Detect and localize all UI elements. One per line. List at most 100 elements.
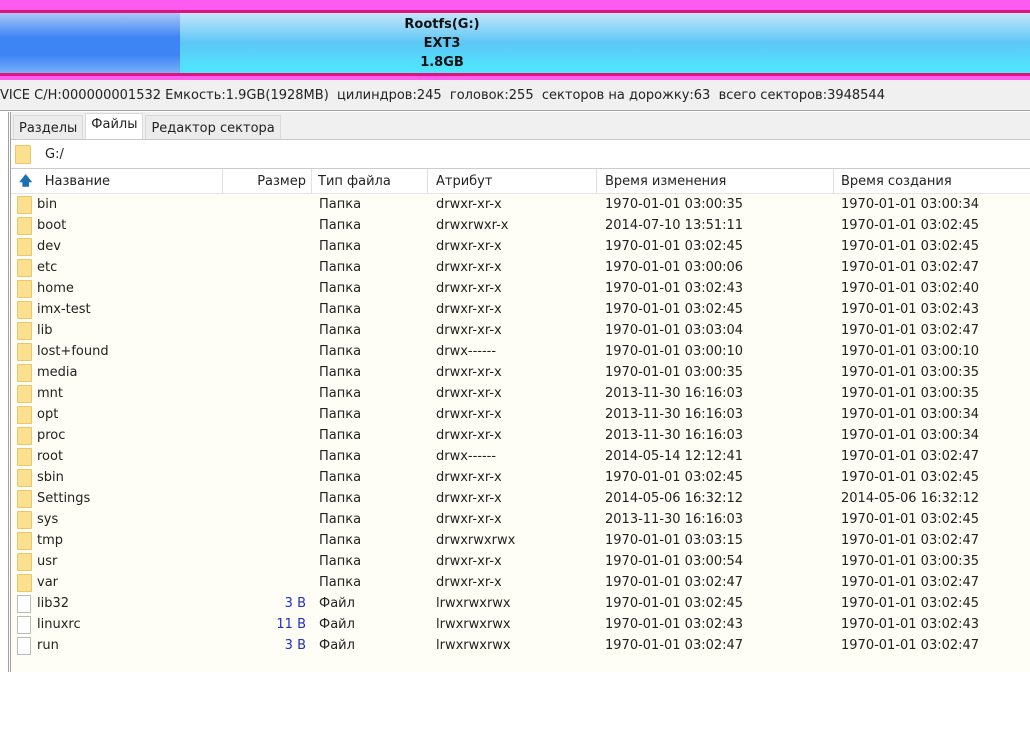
file-type: Папка [319,428,362,443]
file-icon [17,595,31,613]
file-attribute: drwx------ [436,449,497,464]
table-row[interactable]: lib Папка drwxr-xr-x 1970-01-01 03:03:04 197… [11,320,1030,341]
table-row[interactable]: proc Папка drwxr-xr-x 2013-11-30 16:16:03 19… [11,425,1030,446]
file-attribute: drwxr-xr-x [436,386,502,401]
file-name: mnt [37,386,63,401]
table-row[interactable]: var Папка drwxr-xr-x 1970-01-01 03:02:47 197… [11,572,1030,593]
file-icon [17,616,31,634]
disk-info: VICE C/H:000000001532 Емкость:1.9GB(1928… [0,80,1030,111]
modified-time: 1970-01-01 03:00:35 [605,197,744,212]
column-modified[interactable]: Время изменения [597,169,834,194]
table-row[interactable]: lost+found Папка drwx------ 1970-01-01 03:0… [11,341,1030,362]
column-name[interactable]: 🡅 Название [11,169,223,194]
file-attribute: drwxr-xr-x [436,491,502,506]
column-created[interactable]: Время создания [834,169,1030,194]
folder-icon [17,385,32,403]
file-attribute: drwxrwxr-x [436,218,509,233]
created-time: 1970-01-01 03:02:43 [841,617,980,632]
column-size[interactable]: Размер [223,169,312,194]
folder-icon [17,322,32,340]
created-time: 1970-01-01 03:02:45 [841,512,980,527]
table-row[interactable]: media Папка drwxr-xr-x 1970-01-01 03:00:35 1… [11,362,1030,383]
folder-icon [17,238,32,256]
modified-time: 1970-01-01 03:02:45 [605,596,744,611]
tab-partitions[interactable]: Разделы [13,115,84,139]
tab-files[interactable]: Файлы [85,113,144,139]
file-attribute: drwxr-xr-x [436,575,502,590]
modified-time: 2014-05-06 16:32:12 [605,491,744,506]
path-bar[interactable]: G:/ [11,140,1030,169]
table-row[interactable]: Settings Папка drwxr-xr-x 2014-05-06 16:32:… [11,488,1030,509]
folder-icon [17,553,32,571]
folder-icon [17,217,32,235]
file-name: media [37,365,78,380]
folder-icon [17,280,32,298]
file-name: tmp [37,533,64,548]
table-row[interactable]: sbin Папка drwxr-xr-x 1970-01-01 03:02:45 19… [11,467,1030,488]
folder-icon [17,490,32,508]
table-row[interactable]: lib32 3 B Файл lrwxrwxrwx 1970-01-01 03:02:4… [11,593,1030,614]
table-row[interactable]: home Папка drwxr-xr-x 1970-01-01 03:02:43 19… [11,278,1030,299]
table-row[interactable]: imx-test Папка drwxr-xr-x 1970-01-01 03:02:… [11,299,1030,320]
file-type: Папка [319,533,362,548]
tab-sector-editor[interactable]: Редактор сектора [145,115,281,139]
modified-time: 1970-01-01 03:02:45 [605,470,744,485]
partition-unallocated[interactable] [0,13,180,73]
file-type: Папка [319,323,362,338]
file-size: 3 B [284,596,306,611]
file-attribute: drwxr-xr-x [436,323,502,338]
created-time: 1970-01-01 03:02:43 [841,302,980,317]
table-row[interactable]: run 3 B Файл lrwxrwxrwx 1970-01-01 03:02:47 1… [11,635,1030,656]
created-time: 1970-01-01 03:00:10 [841,344,980,359]
created-time: 1970-01-01 03:02:40 [841,281,980,296]
file-attribute: drwx------ [436,344,497,359]
created-time: 1970-01-01 03:00:34 [841,428,980,443]
file-attribute: drwxr-xr-x [436,260,502,275]
table-row[interactable]: sys Папка drwxr-xr-x 2013-11-30 16:16:03 197… [11,509,1030,530]
file-attribute: drwxr-xr-x [436,554,502,569]
table-header: 🡅 Название Размер Тип файла Атрибут Врем… [11,169,1030,194]
file-name: sys [37,512,59,527]
table-row[interactable]: linuxrc 11 B Файл lrwxrwxrwx 1970-01-01 03:0… [11,614,1030,635]
table-row[interactable]: bin Папка drwxr-xr-x 1970-01-01 03:00:35 197… [11,194,1030,215]
created-time: 1970-01-01 03:02:45 [841,470,980,485]
file-type: Папка [319,386,362,401]
file-type: Файл [319,638,355,653]
file-name: linuxrc [37,617,81,632]
created-time: 1970-01-01 03:02:45 [841,218,980,233]
modified-time: 1970-01-01 03:03:15 [605,533,744,548]
table-row[interactable]: etc Папка drwxr-xr-x 1970-01-01 03:00:06 197… [11,257,1030,278]
file-name: var [37,575,59,590]
file-type: Папка [319,281,362,296]
table-row[interactable]: mnt Папка drwxr-xr-x 2013-11-30 16:16:03 197… [11,383,1030,404]
file-attribute: drwxr-xr-x [436,512,502,527]
file-type: Папка [319,407,362,422]
file-name: sbin [37,470,64,485]
modified-time: 1970-01-01 03:02:45 [605,302,744,317]
file-attribute: drwxr-xr-x [436,302,502,317]
folder-icon [17,406,32,424]
table-row[interactable]: tmp Папка drwxrwxrwx 1970-01-01 03:03:15 197… [11,530,1030,551]
created-time: 2014-05-06 16:32:12 [841,491,980,506]
partition-rootfs[interactable]: Rootfs(G:) EXT3 1.8GB [180,13,1030,73]
table-row[interactable]: usr Папка drwxr-xr-x 1970-01-01 03:00:54 197… [11,551,1030,572]
file-name: etc [37,260,58,275]
up-arrow-icon[interactable]: 🡅 [19,174,32,189]
column-attribute[interactable]: Атрибут [428,169,597,194]
file-type: Папка [319,491,362,506]
file-name: imx-test [37,302,91,317]
table-row[interactable]: opt Папка drwxr-xr-x 2013-11-30 16:16:03 197… [11,404,1030,425]
modified-time: 2013-11-30 16:16:03 [605,386,744,401]
file-name: proc [37,428,66,443]
file-name: lib [37,323,53,338]
table-row[interactable]: boot Папка drwxrwxr-x 2014-07-10 13:51:11 19… [11,215,1030,236]
file-attribute: drwxr-xr-x [436,407,502,422]
folder-icon [17,259,32,277]
table-row[interactable]: dev Папка drwxr-xr-x 1970-01-01 03:02:45 197… [11,236,1030,257]
file-attribute: drwxr-xr-x [436,281,502,296]
table-row[interactable]: root Папка drwx------ 2014-05-14 12:12:41 19… [11,446,1030,467]
file-attribute: drwxrwxrwx [436,533,516,548]
folder-icon [17,196,32,214]
column-type[interactable]: Тип файла [312,169,428,194]
created-time: 1970-01-01 03:02:47 [841,575,980,590]
